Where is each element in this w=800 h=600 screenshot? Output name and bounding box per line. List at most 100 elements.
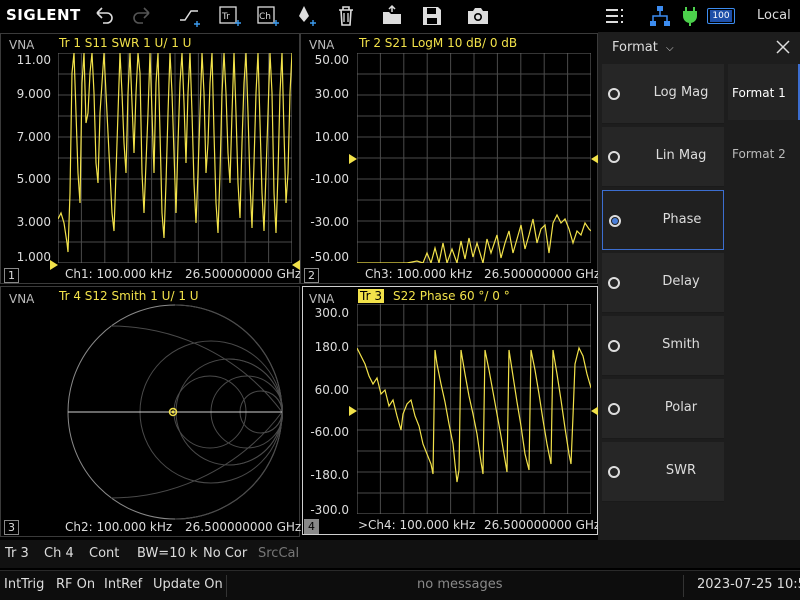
radio-button[interactable] (608, 151, 620, 163)
undo-icon[interactable] (92, 4, 116, 28)
system-status-bar: IntTrig RF On IntRef Update On no messag… (0, 570, 800, 600)
radio-button[interactable] (608, 403, 620, 415)
redo-icon[interactable] (130, 4, 154, 28)
menu-icon[interactable] (602, 4, 626, 28)
open-folder-icon[interactable] (380, 4, 404, 28)
trace-panel-1[interactable]: VNA Tr 1 S11 SWR 1 U/ 1 U 11.00 9.000 7.… (0, 33, 302, 284)
battery-level: 100 (710, 10, 732, 22)
panel-number: 4 (304, 519, 319, 534)
stop-frequency: 26.500000000 GHz (484, 518, 601, 532)
close-icon[interactable] (774, 38, 792, 56)
menu-header[interactable]: Format ⌵ (612, 40, 674, 55)
y-tick: 300.0 (314, 306, 349, 320)
format-option-polar[interactable]: Polar (602, 379, 724, 439)
chevron-down-icon: ⌵ (665, 43, 674, 54)
logmag-plot[interactable] (357, 53, 591, 263)
add-marker-icon[interactable] (294, 4, 318, 28)
y-tick: 10.00 (314, 130, 349, 144)
trace-title[interactable]: S22 Phase 60 °/ 0 ° (393, 289, 510, 303)
y-tick: -10.00 (310, 172, 349, 186)
update-status[interactable]: Update On (153, 577, 223, 592)
trace-title[interactable]: Tr 2 S21 LogM 10 dB/ 0 dB (359, 36, 517, 50)
trace-title[interactable]: Tr 1 S11 SWR 1 U/ 1 U (59, 36, 191, 50)
divider (226, 575, 227, 597)
trace-panel-4[interactable]: VNA Tr 3 S22 Phase 60 °/ 0 ° 300.0 180.0… (302, 286, 601, 535)
radio-button-selected[interactable] (609, 215, 621, 227)
y-tick: -30.00 (310, 215, 349, 229)
reference-marker[interactable] (349, 154, 357, 164)
start-frequency: Ch2: 100.000 kHz (65, 520, 173, 534)
radio-button[interactable] (608, 340, 620, 352)
add-trace-icon[interactable] (178, 4, 202, 28)
option-label: Log Mag (653, 85, 709, 100)
radio-button[interactable] (608, 88, 620, 100)
trace-panel-3[interactable]: VNA Tr 4 S12 Smith 1 U/ 1 U 3 Ch2: 100.0… (0, 286, 302, 537)
reference-marker[interactable] (349, 406, 357, 416)
y-tick: 9.000 (16, 87, 51, 101)
y-tick: 1.000 (16, 250, 51, 264)
option-label: Delay (662, 274, 700, 289)
rf-status[interactable]: RF On (56, 577, 95, 592)
format-option-log-mag[interactable]: Log Mag (602, 64, 724, 124)
reference-marker[interactable] (50, 260, 58, 270)
add-channel-icon[interactable]: Ch (256, 4, 280, 28)
local-status: Local (757, 8, 791, 23)
phase-plot[interactable] (357, 304, 591, 514)
panel-number: 1 (4, 268, 19, 283)
panel-number: 3 (4, 520, 19, 535)
active-channel-status[interactable]: Ch 4 (44, 546, 74, 561)
y-tick: 50.00 (314, 53, 349, 67)
smith-chart[interactable] (67, 304, 283, 520)
active-trace-status[interactable]: Tr 3 (5, 546, 29, 561)
stop-frequency: 26.500000000 GHz (185, 520, 302, 534)
y-tick: -50.00 (310, 250, 349, 264)
channel-status-bar: Tr 3 Ch 4 Cont BW=10 k No Cor SrcCal (0, 540, 800, 568)
bandwidth-status[interactable]: BW=10 k (137, 546, 197, 561)
date-time: 2023-07-25 10:55 (697, 577, 800, 592)
option-label: SWR (665, 463, 697, 478)
sweep-mode-status[interactable]: Cont (89, 546, 119, 561)
start-frequency: >Ch4: 100.000 kHz (358, 518, 476, 532)
camera-icon[interactable] (466, 4, 490, 28)
panel-number: 2 (304, 268, 319, 283)
correction-status[interactable]: No Cor (203, 546, 247, 561)
toolbar: SIGLENT Tr Ch 100 Local (0, 0, 800, 32)
format-option-swr[interactable]: SWR (602, 442, 724, 502)
y-tick: -300.0 (310, 503, 349, 517)
active-trace-tag[interactable]: Tr 3 (358, 289, 384, 303)
save-icon[interactable] (420, 4, 444, 28)
tab-format-1[interactable]: Format 1 (728, 64, 800, 120)
format-option-phase[interactable]: Phase (602, 190, 724, 250)
network-icon (648, 4, 672, 28)
swr-plot[interactable] (58, 53, 292, 263)
y-tick: -180.0 (310, 468, 349, 482)
format-option-lin-mag[interactable]: Lin Mag (602, 127, 724, 187)
radio-button[interactable] (608, 466, 620, 478)
trigger-status[interactable]: IntTrig (4, 577, 44, 592)
siglent-logo: SIGLENT (6, 6, 81, 24)
vna-label: VNA (309, 292, 335, 306)
format-option-delay[interactable]: Delay (602, 253, 724, 313)
reference-status[interactable]: IntRef (104, 577, 142, 592)
trace-title[interactable]: Tr 4 S12 Smith 1 U/ 1 U (59, 289, 199, 303)
format-option-smith[interactable]: Smith (602, 316, 724, 376)
add-trace-tr-icon[interactable]: Tr (218, 4, 242, 28)
menu-title: Format (612, 40, 658, 55)
start-frequency: Ch1: 100.000 kHz (65, 267, 173, 281)
delete-icon[interactable] (334, 4, 358, 28)
y-tick: 60.00 (314, 383, 349, 397)
y-tick: -60.00 (310, 425, 349, 439)
y-tick: 7.000 (16, 130, 51, 144)
battery-icon: 100 (707, 8, 735, 24)
tab-format-2[interactable]: Format 2 (728, 127, 800, 183)
option-label: Polar (664, 400, 698, 415)
src-cal-status[interactable]: SrcCal (258, 546, 299, 561)
stop-frequency: 26.500000000 GHz (185, 267, 302, 281)
radio-button[interactable] (608, 277, 620, 289)
y-tick: 5.000 (16, 172, 51, 186)
y-tick: 30.00 (314, 87, 349, 101)
trace-panel-2[interactable]: VNA Tr 2 S21 LogM 10 dB/ 0 dB 50.00 30.0… (300, 33, 600, 284)
svg-text:Tr: Tr (221, 12, 230, 22)
y-tick: 11.00 (16, 53, 51, 67)
format-menu-panel: Format ⌵ Log Mag Lin Mag Phase Delay Smi… (598, 32, 800, 567)
